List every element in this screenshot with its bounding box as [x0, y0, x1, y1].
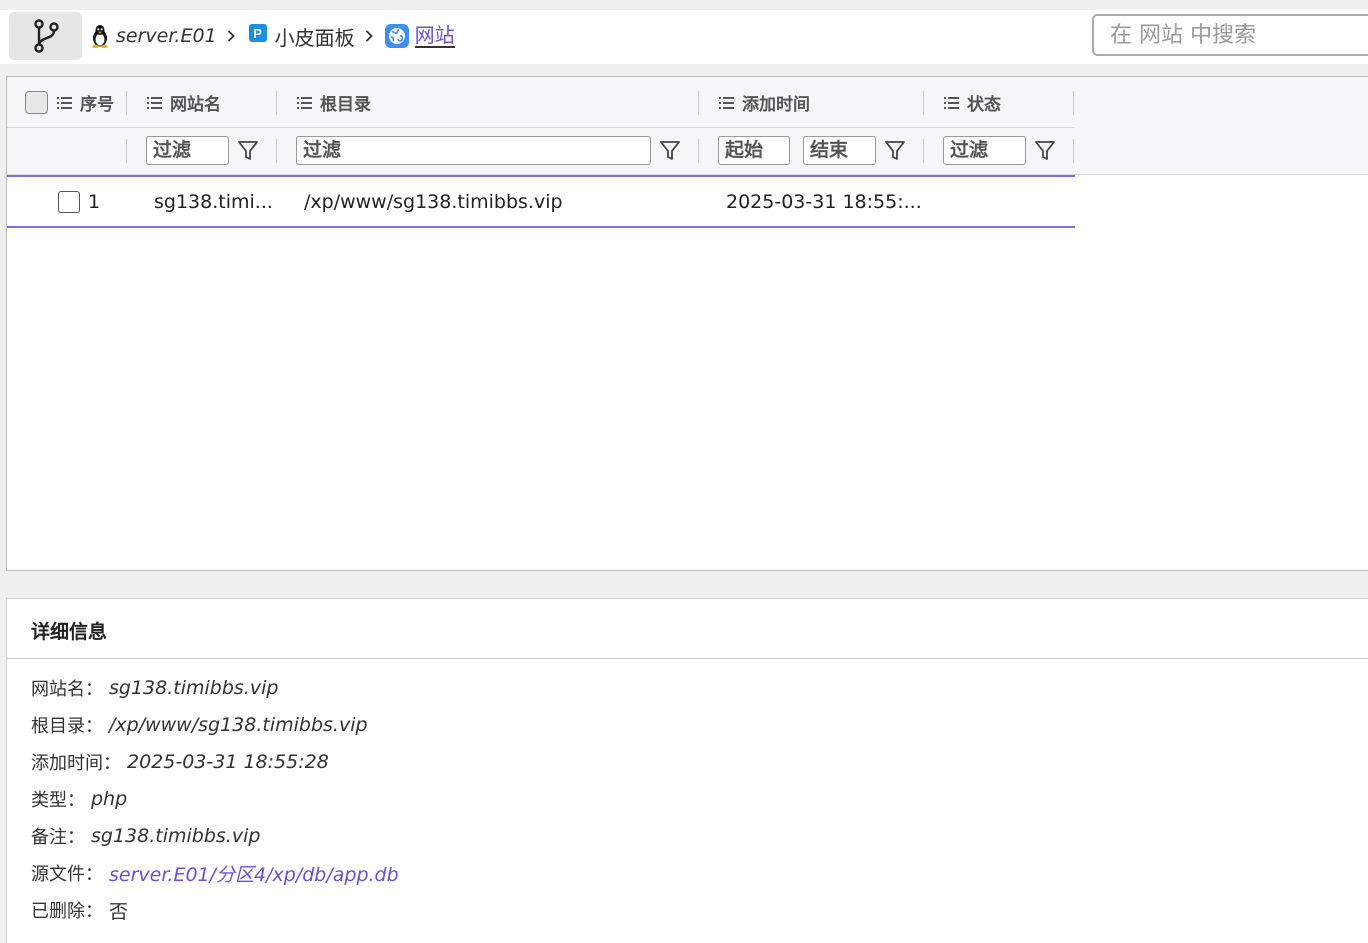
detail-value: php	[91, 788, 128, 810]
column-header-label: 根目录	[320, 95, 371, 115]
row-checkbox[interactable]	[58, 190, 80, 213]
column-divider	[923, 139, 924, 163]
status-filter-input[interactable]: 过滤	[943, 136, 1026, 165]
column-divider[interactable]	[1073, 91, 1074, 115]
column-divider[interactable]	[126, 91, 127, 115]
select-all-checkbox[interactable]	[25, 91, 48, 114]
detail-value: sg138.timibbs.vip	[109, 677, 279, 699]
detail-value: /xp/www/sg138.timibbs.vip	[109, 714, 368, 736]
filter-row: 过滤 过滤 起始 结束 过滤	[7, 128, 1075, 175]
detail-value: sg138.timibbs.vip	[91, 825, 261, 847]
detail-added: 添加时间： 2025-03-31 18:55:28	[31, 747, 329, 777]
tree-toggle-button[interactable]	[9, 12, 82, 60]
source-file-link[interactable]: server.E01/分区4/xp/db/app.db	[109, 860, 399, 887]
globe-icon	[384, 24, 409, 48]
chevron-right-icon	[227, 30, 235, 42]
breadcrumb: server.E01 P 小皮面板 网站	[90, 10, 455, 62]
filter-icon[interactable]	[884, 140, 906, 162]
breadcrumb-panel[interactable]: P 小皮面板	[247, 22, 355, 51]
column-divider[interactable]	[923, 91, 924, 115]
detail-key: 类型：	[31, 790, 85, 811]
root-filter-input[interactable]: 过滤	[296, 136, 651, 165]
list-icon	[297, 96, 312, 109]
column-divider	[1073, 139, 1074, 163]
column-header-label: 状态	[967, 95, 1001, 115]
linux-penguin-icon	[92, 25, 108, 48]
column-header-index[interactable]: 序号	[57, 77, 114, 128]
select-all-cell	[25, 77, 48, 128]
column-header-label: 网站名	[170, 95, 221, 115]
filter-icon[interactable]	[237, 140, 259, 162]
websites-table: 序号 网站名 根目录 添加时间 状态 过滤 过滤 起始 结束 过滤 1 sg13…	[6, 76, 1368, 571]
details-title: 详细信息	[31, 621, 108, 643]
column-divider[interactable]	[698, 91, 699, 115]
branch-icon	[33, 19, 59, 53]
column-header-label: 序号	[80, 95, 114, 115]
xp-panel-icon: P	[248, 24, 267, 42]
list-icon	[57, 96, 72, 109]
detail-key: 网站名：	[31, 679, 103, 700]
column-divider[interactable]	[276, 91, 277, 115]
detail-key: 已删除：	[31, 901, 103, 922]
filter-icon[interactable]	[1034, 140, 1056, 162]
column-header-label: 添加时间	[742, 95, 810, 115]
detail-deleted: 已删除： 否	[31, 895, 128, 925]
header-row: 序号 网站名 根目录 添加时间 状态	[7, 77, 1075, 128]
list-icon	[147, 96, 162, 109]
column-divider	[276, 139, 277, 163]
cell-added: 2025-03-31 18:55:...	[726, 190, 922, 213]
chevron-right-icon	[365, 30, 373, 42]
column-header-added[interactable]: 添加时间	[719, 77, 810, 128]
detail-key: 备注：	[31, 827, 85, 848]
list-icon	[719, 96, 734, 109]
detail-name: 网站名： sg138.timibbs.vip	[31, 673, 278, 703]
column-header-status[interactable]: 状态	[944, 77, 1001, 128]
detail-remark: 备注： sg138.timibbs.vip	[31, 821, 260, 851]
detail-key: 源文件：	[31, 864, 103, 885]
search-input[interactable]	[1092, 14, 1368, 56]
breadcrumb-current-label: 网站	[414, 23, 455, 48]
list-icon	[944, 96, 959, 109]
name-filter-input[interactable]: 过滤	[146, 136, 229, 165]
breadcrumb-server[interactable]: server.E01	[90, 24, 217, 48]
filter-icon[interactable]	[659, 140, 681, 162]
cell-name: sg138.timi...	[154, 190, 273, 213]
column-header-name[interactable]: 网站名	[147, 77, 221, 128]
cell-index: 1	[88, 190, 101, 213]
column-divider	[126, 139, 127, 163]
added-start-input[interactable]: 起始	[718, 136, 790, 165]
table-row[interactable]: 1 sg138.timi... /xp/www/sg138.timibbs.vi…	[7, 175, 1075, 228]
column-header-root[interactable]: 根目录	[297, 77, 371, 128]
details-panel: 详细信息 网站名： sg138.timibbs.vip 根目录： /xp/www…	[6, 598, 1368, 943]
added-end-input[interactable]: 结束	[803, 136, 876, 165]
row-checkbox-cell	[58, 177, 80, 226]
divider	[7, 658, 1368, 659]
breadcrumb-server-label: server.E01	[116, 25, 217, 47]
detail-value: 否	[109, 900, 129, 923]
column-divider	[698, 139, 699, 163]
detail-root: 根目录： /xp/www/sg138.timibbs.vip	[31, 710, 368, 740]
cell-root: /xp/www/sg138.timibbs.vip	[304, 190, 563, 213]
breadcrumb-panel-label: 小皮面板	[274, 25, 355, 50]
table-header: 序号 网站名 根目录 添加时间 状态 过滤 过滤 起始 结束 过滤	[7, 77, 1368, 175]
detail-source: 源文件： server.E01/分区4/xp/db/app.db	[31, 858, 399, 888]
detail-type: 类型： php	[31, 784, 127, 814]
detail-key: 根目录：	[31, 716, 103, 737]
breadcrumb-current[interactable]: 网站	[384, 23, 455, 48]
detail-value: 2025-03-31 18:55:28	[127, 751, 329, 773]
top-bar: server.E01 P 小皮面板 网站	[0, 10, 1368, 64]
detail-key: 添加时间：	[31, 753, 121, 774]
